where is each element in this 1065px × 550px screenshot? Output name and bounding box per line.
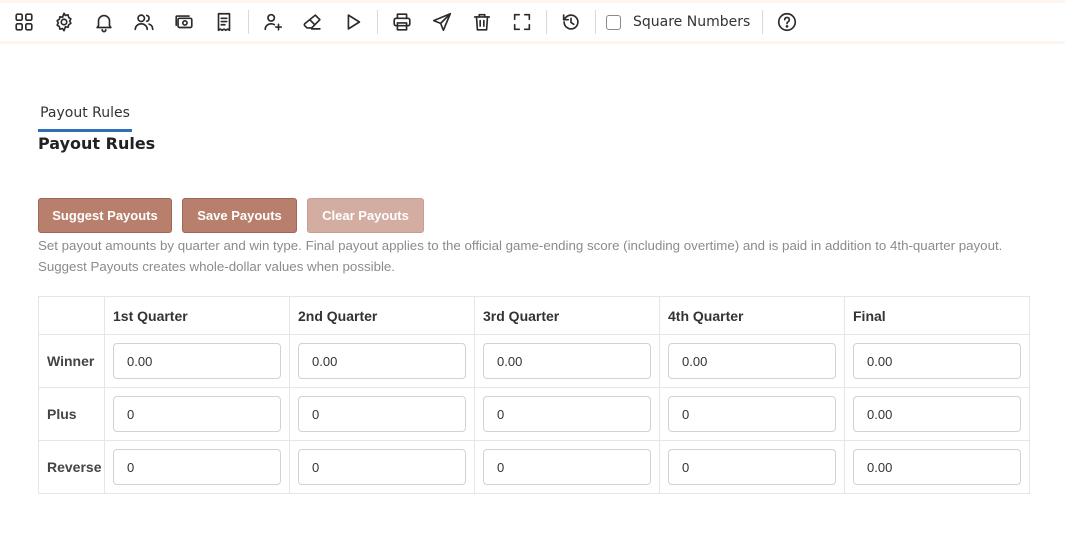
reverse-q3-input[interactable]	[483, 449, 651, 485]
winner-q4-input[interactable]	[668, 343, 836, 379]
payments-button[interactable]	[164, 4, 204, 40]
erase-button[interactable]	[293, 4, 333, 40]
row-label-reverse: Reverse	[38, 440, 105, 494]
column-header-q1: 1st Quarter	[104, 296, 290, 335]
notifications-button[interactable]	[84, 4, 124, 40]
eraser-icon	[303, 14, 321, 30]
tab-payout-rules[interactable]: Payout Rules	[38, 96, 132, 132]
column-header-q4: 4th Quarter	[659, 296, 845, 335]
cash-icon	[175, 15, 193, 29]
players-button[interactable]	[124, 4, 164, 40]
winner-q3-input[interactable]	[483, 343, 651, 379]
column-header-final: Final	[844, 296, 1030, 335]
payout-actions: Suggest Payouts Save Payouts Clear Payou…	[38, 198, 424, 233]
table-header-row: 1st Quarter 2nd Quarter 3rd Quarter 4th …	[38, 296, 1030, 335]
square-numbers-checkbox[interactable]	[606, 14, 621, 30]
fullscreen-button[interactable]	[502, 4, 542, 40]
send-button[interactable]	[422, 4, 462, 40]
winner-q2-input[interactable]	[298, 343, 466, 379]
history-button[interactable]	[551, 4, 591, 40]
grid-button[interactable]	[4, 4, 44, 40]
history-icon	[562, 14, 579, 30]
toolbar-divider	[595, 10, 596, 34]
fullscreen-icon	[513, 13, 531, 31]
table-row-reverse: Reverse	[38, 440, 1030, 494]
row-label-plus: Plus	[38, 387, 105, 441]
column-header-q2: 2nd Quarter	[289, 296, 475, 335]
printer-icon	[393, 13, 411, 31]
print-button[interactable]	[382, 4, 422, 40]
delete-button[interactable]	[462, 4, 502, 40]
receipt-icon	[217, 12, 231, 32]
clear-payouts-button[interactable]: Clear Payouts	[307, 198, 424, 233]
help-button[interactable]	[767, 4, 807, 40]
plus-q3-input[interactable]	[483, 396, 651, 432]
send-icon	[432, 12, 452, 32]
receipt-button[interactable]	[204, 4, 244, 40]
square-numbers-toggle[interactable]: Square Numbers	[606, 14, 750, 30]
users-icon	[134, 14, 154, 31]
toolbar-divider	[248, 10, 249, 34]
table-row-winner: Winner	[38, 334, 1030, 388]
reverse-q2-input[interactable]	[298, 449, 466, 485]
settings-button[interactable]	[44, 4, 84, 40]
square-numbers-label: Square Numbers	[633, 14, 751, 30]
add-player-button[interactable]	[253, 4, 293, 40]
winner-q1-input[interactable]	[113, 343, 281, 379]
plus-final-input[interactable]	[853, 396, 1021, 432]
start-button[interactable]	[333, 4, 373, 40]
payout-table: 1st Quarter 2nd Quarter 3rd Quarter 4th …	[38, 296, 1030, 494]
toolbar-divider	[762, 10, 764, 34]
column-header-blank	[38, 296, 105, 335]
add-user-icon	[264, 13, 283, 31]
help-circle-icon	[778, 12, 797, 32]
grid-icon	[15, 13, 33, 31]
column-header-q3: 3rd Quarter	[474, 296, 660, 335]
toolbar: Square Numbers	[0, 0, 1065, 44]
reverse-final-input[interactable]	[853, 449, 1021, 485]
toolbar-divider	[377, 10, 378, 34]
trash-icon	[473, 13, 491, 31]
reverse-q1-input[interactable]	[113, 449, 281, 485]
plus-q1-input[interactable]	[113, 396, 281, 432]
page-title: Payout Rules	[38, 134, 156, 153]
suggest-payouts-button[interactable]: Suggest Payouts	[38, 198, 172, 233]
table-row-plus: Plus	[38, 387, 1030, 441]
bell-icon	[96, 14, 112, 33]
winner-final-input[interactable]	[853, 343, 1021, 379]
plus-q4-input[interactable]	[668, 396, 836, 432]
plus-q2-input[interactable]	[298, 396, 466, 432]
play-icon	[347, 14, 361, 30]
row-label-winner: Winner	[38, 334, 105, 388]
save-payouts-button[interactable]: Save Payouts	[182, 198, 297, 233]
reverse-q4-input[interactable]	[668, 449, 836, 485]
tab-label: Payout Rules	[40, 104, 130, 121]
payout-help-text: Set payout amounts by quarter and win ty…	[38, 238, 1003, 274]
gear-icon	[56, 12, 72, 32]
toolbar-divider	[546, 10, 547, 34]
